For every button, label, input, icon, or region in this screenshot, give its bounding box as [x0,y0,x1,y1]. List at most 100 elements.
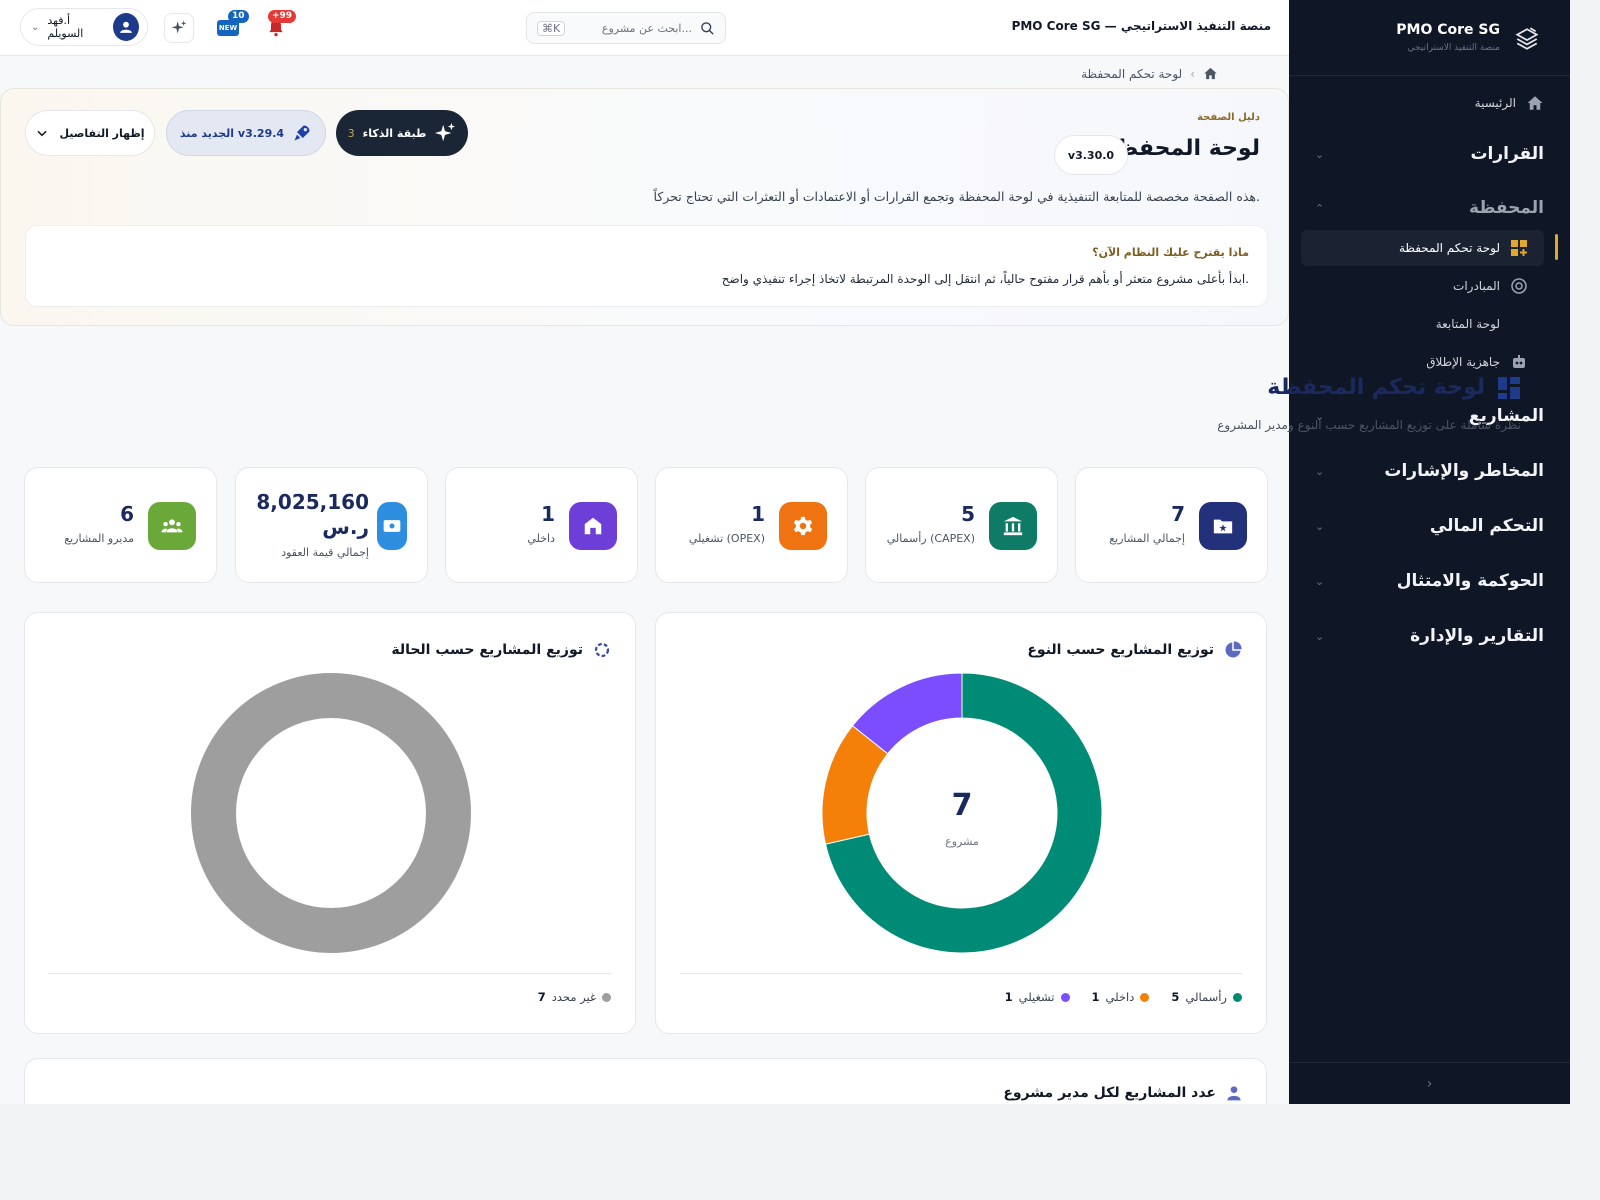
people-icon [148,502,196,550]
show-details-button[interactable]: إظهار التفاصيل [25,110,155,156]
kpi-card-internal: 1 داخلي [445,467,638,583]
sidebar-collapse-button[interactable]: › [1289,1062,1570,1104]
ai-layer-button[interactable]: طبقة الذكاء 3 [336,110,468,156]
nav-group-finance[interactable]: التحكم المالي ⌄ [1315,512,1544,540]
topbar: PMO Core SG — منصة التنفيذ الاستراتيجي ا… [0,0,1289,56]
breadcrumb: ‹ لوحة تحكم المحفظة [1081,66,1218,81]
nav-group-label: التقارير والإدارة [1410,626,1544,646]
donut-chart-by-type: 7 مشروع [821,672,1103,954]
search-placeholder: ابحث عن مشروع... [601,21,692,35]
kpi-card-contract-value: 8,025,160 ر.س إجمالي قيمة العقود [235,467,428,583]
section-title-text: لوحة تحكم المحفظة [1267,375,1485,400]
legend-item[interactable]: غير محدد 7 [538,990,611,1004]
dashboard-icon [1510,239,1528,257]
nav-group-reports[interactable]: التقارير والإدارة ⌄ [1315,622,1544,650]
search-box[interactable]: ابحث عن مشروع... ⌘K [526,12,726,44]
selection-indicator [1555,234,1558,260]
nav-item-initiatives[interactable]: المبادرات [1301,268,1544,304]
home-icon [1527,96,1543,110]
pie-chart-icon [1225,641,1242,658]
blank-icon [1510,315,1528,333]
chart-legend: غير محدد 7 [49,973,611,1004]
chart-card-by-manager: عدد المشاريع لكل مدير مشروع [24,1058,1267,1104]
nav-home-label: الرئيسية [1474,96,1516,110]
chevron-down-icon: ⌄ [1315,574,1325,588]
ai-layer-count: 3 [347,126,355,140]
user-icon [120,21,132,33]
sparkles-icon [435,122,456,142]
notifications-badge: +99 [268,10,297,23]
chevron-down-icon: ⌄ [1315,147,1325,161]
loading-circle-icon [594,642,610,658]
nav-home[interactable]: الرئيسية [1475,92,1544,114]
legend-label: غير محدد [551,990,596,1004]
bank-icon [989,502,1037,550]
chart-card-by-status: توزيع المشاريع حسب الحالة غير محدد 7 [24,612,636,1034]
notifications-button[interactable]: +99 [262,10,297,42]
legend-value: 7 [537,990,546,1004]
avatar [113,13,139,41]
gear-icon [779,502,827,550]
legend-label: تشغيلي [1018,990,1055,1004]
kpi-label: إجمالي المشاريع [1109,532,1185,545]
legend-value: 5 [1171,990,1180,1004]
legend-dot [1233,992,1242,1002]
house-icon [569,502,617,550]
chart-title: توزيع المشاريع حسب الحالة [391,641,611,659]
nav-item-label: لوحة المتابعة [1435,317,1500,331]
whats-new-button[interactable]: NEW 10 [214,10,249,42]
page-guide-panel: دليل الصفحة لوحة المحفظة v3.30.0 هذه الص… [0,88,1289,326]
section-subtitle: نظرة شاملة على توزيع المشاريع حسب النوع … [1217,418,1521,432]
nav-group-decisions[interactable]: القرارات ⌄ [1315,140,1544,168]
user-menu[interactable]: أ.فهد السويلم ⌄ [20,8,148,46]
chart-title-text: عدد المشاريع لكل مدير مشروع [1003,1085,1216,1101]
legend-item[interactable]: رأسمالي 5 [1171,990,1242,1004]
nav-item-followup[interactable]: لوحة المتابعة [1301,306,1544,342]
brand-subtitle: منصة التنفيذ الاستراتيجي [1407,43,1500,53]
donut-slice-1[interactable] [191,673,471,953]
chevron-right-icon: › [1426,1075,1433,1092]
kpi-card-opex: 1 تشغيلي (OPEX) [655,467,848,583]
kpi-value-amount: 8,025,160 [256,490,369,514]
money-icon [377,502,407,550]
ai-assistant-button[interactable] [164,13,194,43]
nav-group-governance[interactable]: الحوكمة والامتثال ⌄ [1315,567,1544,595]
home-icon[interactable] [1203,66,1218,81]
show-details-label: إظهار التفاصيل [59,126,145,140]
legend-label: رأسمالي [1185,990,1227,1004]
initiatives-icon [1510,277,1528,295]
kpi-value: 1 [541,502,555,526]
chart-title-text: توزيع المشاريع حسب الحالة [391,642,583,658]
nav-group-label: المحفظة [1469,198,1544,218]
chevron-down-icon [37,130,48,137]
nav-group-label: المخاطر والإشارات [1384,461,1544,481]
nav-group-portfolio[interactable]: المحفظة ⌃ [1315,194,1544,222]
layers-logo-icon [1515,27,1539,50]
nav-item-label: جاهزية الإطلاق [1426,355,1500,369]
nav-item-portfolio-dashboard[interactable]: لوحة تحكم المحفظة [1301,230,1544,266]
robot-icon [1510,353,1528,371]
donut-chart-by-status [191,673,471,953]
legend-value: 1 [1004,990,1013,1004]
rocket-icon [294,125,310,141]
legend-dot [1060,992,1070,1002]
nav-group-label: القرارات [1470,144,1544,164]
chart-title-text: توزيع المشاريع حسب النوع [1027,642,1214,658]
breadcrumb-current: لوحة تحكم المحفظة [1081,66,1183,81]
whats-new-since-label: الجديد منذ v3.29.4 [179,126,285,140]
nav-item-label: المبادرات [1453,279,1500,293]
donut-center-value: 7 [952,788,973,823]
chart-title: توزيع المشاريع حسب النوع [1027,641,1242,659]
chevron-down-icon: ⌄ [1315,629,1325,643]
user-icon [1227,1086,1241,1101]
whats-new-since-button[interactable]: الجديد منذ v3.29.4 [166,110,326,156]
nav-group-risks[interactable]: المخاطر والإشارات ⌄ [1315,457,1544,485]
legend-item[interactable]: تشغيلي 1 [1005,990,1070,1004]
kpi-value-currency: ر.س [322,515,369,539]
chevron-up-icon: ⌃ [1315,201,1325,215]
version-badge: v3.30.0 [1054,135,1128,175]
kpi-label: مديرو المشاريع [64,532,134,545]
kpi-label: إجمالي قيمة العقود [281,546,369,559]
legend-label: داخلي [1105,990,1135,1004]
legend-item[interactable]: داخلي 1 [1092,990,1150,1004]
